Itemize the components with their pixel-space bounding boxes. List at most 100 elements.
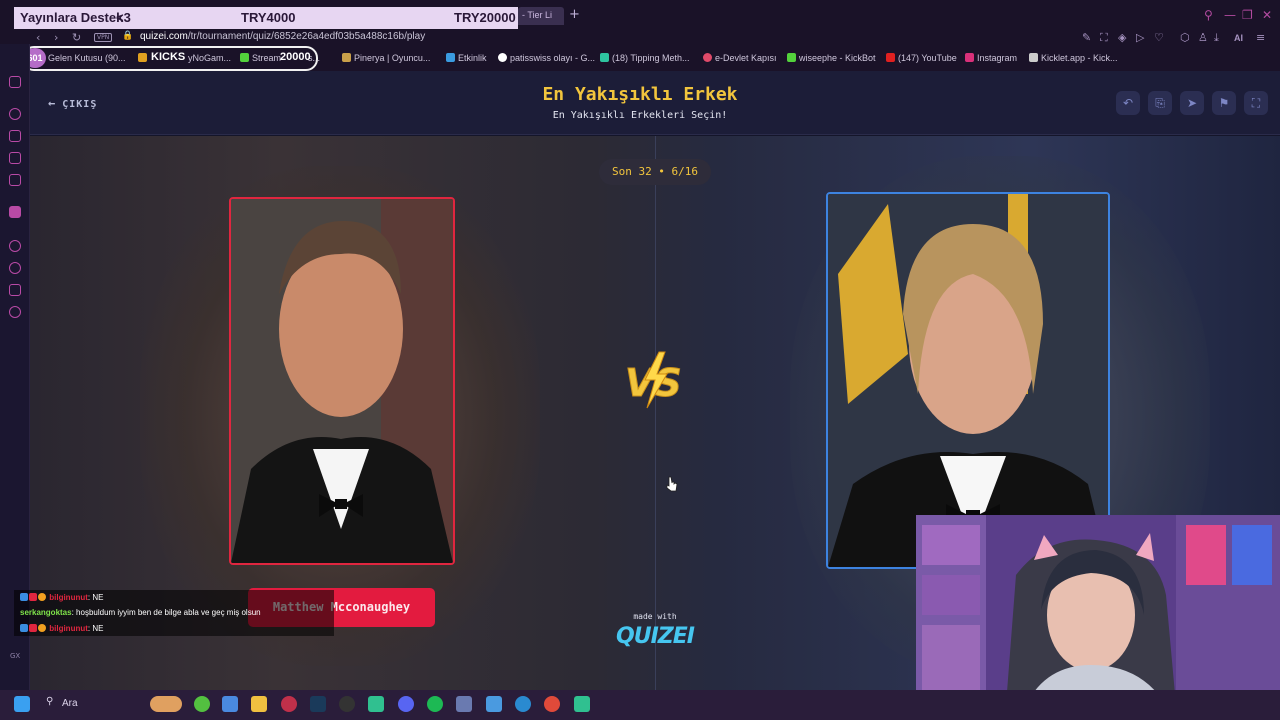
contestant-card-right[interactable] [826, 192, 1110, 569]
bookmark-item[interactable]: (147) YouTube [886, 53, 957, 63]
google-icon [498, 53, 507, 62]
widget-icon[interactable] [150, 696, 182, 712]
restore-icon[interactable]: ❐ [1242, 8, 1253, 22]
youtube-icon [886, 53, 895, 62]
chrome-icon[interactable] [544, 696, 560, 712]
ai-button[interactable]: AI [1234, 33, 1243, 43]
bookmark-item[interactable]: (18) Tipping Meth... [600, 53, 690, 63]
share-icon[interactable]: ⎘ [1148, 91, 1172, 115]
play-icon[interactable]: ▷ [1136, 31, 1144, 44]
pinerya-icon [342, 53, 351, 62]
windows-start-icon[interactable] [14, 696, 30, 712]
url-field[interactable]: quizei.com/tr/tournament/quiz/6852e26a4e… [140, 31, 425, 42]
snapshot-icon[interactable]: ✎ [1082, 31, 1091, 44]
spotify-icon[interactable] [427, 696, 443, 712]
search-icon[interactable]: ⚲ [1204, 8, 1213, 22]
reload-icon[interactable]: ↻ [72, 31, 81, 44]
mouse-cursor-icon [666, 476, 678, 496]
quizei-logo[interactable]: QUIZEI [612, 624, 698, 649]
bookmark-item[interactable]: e-Devlet Kapısı [703, 53, 777, 63]
forward-icon[interactable]: › [54, 31, 58, 44]
donation-goal-overlay: Yayınlara Destek <3 TRY4000 TRY20000 [14, 7, 518, 29]
shield-icon[interactable]: ◈ [1118, 31, 1126, 44]
download-icon[interactable]: ⤓ [1214, 31, 1219, 45]
xbox-icon[interactable] [194, 696, 210, 712]
badge-icon [29, 593, 37, 601]
vpn-badge[interactable]: VPN [94, 33, 113, 42]
opera-gx-icon[interactable] [281, 696, 297, 712]
stream-value: 20000 [280, 51, 311, 63]
instagram-icon [965, 53, 974, 62]
bookmark-item[interactable]: Etkinlik [446, 53, 487, 63]
extensions-sidebar-icon[interactable] [9, 284, 21, 296]
badge-icon [38, 593, 46, 601]
menu-icon[interactable]: ≡ [1256, 31, 1265, 44]
badge-icon [29, 624, 37, 632]
made-with-label: made with [633, 612, 677, 621]
taskbar-search[interactable]: ⚲ Ara [40, 694, 140, 714]
settings-icon[interactable] [9, 306, 21, 318]
copilot-icon[interactable] [222, 696, 238, 712]
whatsapp-icon[interactable] [9, 130, 21, 142]
webcam-overlay [916, 515, 1280, 705]
lock-icon: 🔒 [122, 31, 134, 41]
file-explorer-icon[interactable] [251, 696, 267, 712]
chat-username: bilginunut [49, 593, 88, 602]
fullscreen-icon[interactable]: ⛶ [1244, 91, 1268, 115]
chat-message: bilginunut: NE [20, 624, 103, 633]
player-icon[interactable] [9, 240, 21, 252]
search-label: Ara [62, 698, 78, 709]
chat-text: : NE [87, 593, 104, 602]
tab-active[interactable]: - Tier Li [518, 7, 564, 25]
news-icon[interactable] [9, 174, 21, 186]
kick-app-icon[interactable] [574, 696, 590, 712]
screenshot-icon[interactable]: ⛶ [1100, 31, 1108, 45]
chat-message: serkangoktas: hoşbuldum iyyim ben de bil… [20, 608, 261, 617]
kicks-label: KICKS [151, 51, 186, 63]
app-icon[interactable] [456, 696, 472, 712]
clock-icon[interactable] [9, 262, 21, 274]
badge-icon [20, 624, 28, 632]
chat-icon [600, 53, 609, 62]
contestant-photo-right [828, 194, 1108, 567]
chat-username: serkangoktas [20, 608, 72, 617]
bookmark-label: e-Devlet Kapısı [715, 53, 777, 63]
profile-icon[interactable]: ♙ [1198, 31, 1208, 44]
edge-icon[interactable] [515, 696, 531, 712]
new-tab-icon[interactable]: + [569, 7, 580, 22]
badge-icon [38, 624, 46, 632]
flag-icon[interactable]: ⚑ [1212, 91, 1236, 115]
contestant-card-left[interactable] [229, 197, 455, 565]
kickbot-icon [787, 53, 796, 62]
photos-icon[interactable] [486, 696, 502, 712]
tv-icon[interactable] [9, 152, 21, 164]
steam-icon[interactable] [310, 696, 326, 712]
kick-app-icon[interactable] [368, 696, 384, 712]
discord-icon[interactable] [398, 696, 414, 712]
chat-username: bilginunut [49, 624, 88, 633]
versus-badge: VS [623, 350, 687, 414]
extensions-icon[interactable]: ⬡ [1180, 31, 1190, 44]
obs-icon[interactable] [339, 696, 355, 712]
bookmark-label: patisswiss olayı - G... [510, 53, 596, 63]
heart-icon[interactable]: ♡ [1154, 31, 1164, 44]
edevlet-icon [703, 53, 712, 62]
bookmark-label: Pinerya | Oyuncu... [354, 53, 431, 63]
send-icon[interactable]: ➤ [1180, 91, 1204, 115]
bookmark-label: Instagram [977, 53, 1018, 63]
bookmark-item[interactable]: Kicklet.app - Kick... [1029, 53, 1118, 63]
bookmark-item[interactable]: patisswiss olayı - G... [498, 53, 595, 63]
donation-label: Yayınlara Destek [20, 10, 124, 25]
bookmark-item[interactable]: Instagram [965, 53, 1017, 63]
close-icon[interactable]: ✕ [1262, 8, 1272, 22]
taskbar [0, 690, 1280, 720]
donation-heart: <3 [116, 10, 131, 25]
undo-icon[interactable]: ↶ [1116, 91, 1140, 115]
bookmark-item[interactable]: wiseephe - KickBot [787, 53, 876, 63]
chat-message: bilginunut: NE [20, 593, 103, 602]
url-host: quizei.com [140, 31, 188, 42]
bookmark-item[interactable]: Pinerya | Oyuncu... [342, 53, 430, 63]
back-icon[interactable]: ‹ [36, 31, 40, 44]
minimize-icon[interactable]: — [1224, 8, 1236, 22]
twitch-icon[interactable] [9, 206, 21, 218]
